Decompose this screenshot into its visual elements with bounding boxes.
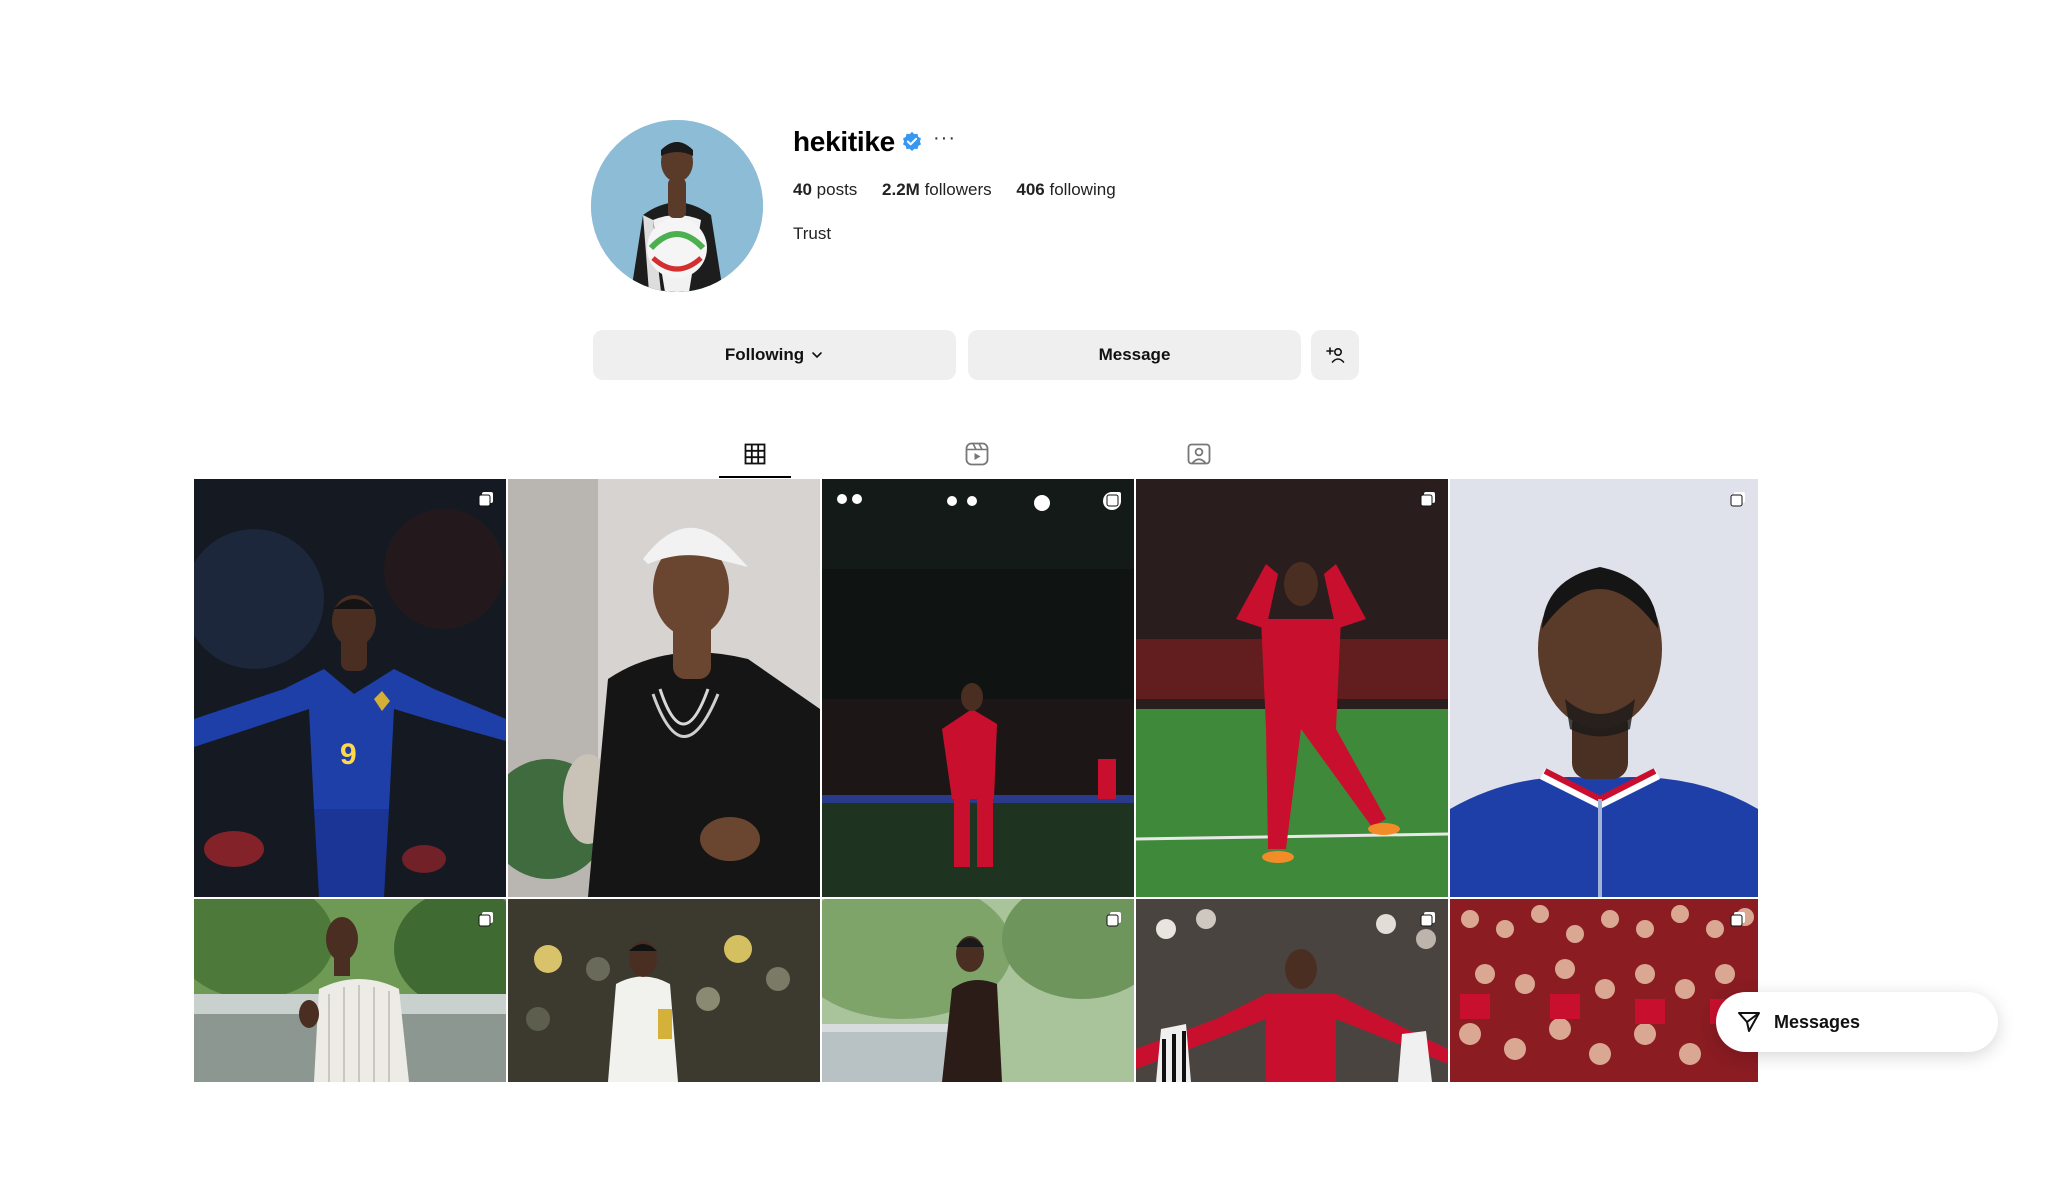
followers-label: followers	[924, 180, 992, 199]
post-tile[interactable]	[508, 479, 820, 897]
messages-button[interactable]: Messages	[1716, 992, 1998, 1052]
post-image	[1136, 899, 1448, 1082]
posts-count: 40	[793, 180, 812, 199]
multiple-photos-icon	[478, 912, 493, 927]
post-tile[interactable]	[822, 479, 1134, 897]
tab-posts[interactable]	[739, 438, 771, 470]
post-tile[interactable]	[822, 899, 1134, 1082]
verified-badge-icon	[903, 131, 921, 151]
message-button-label: Message	[1098, 345, 1171, 364]
post-image	[508, 899, 820, 1082]
post-image	[1450, 479, 1758, 897]
post-tile[interactable]	[1450, 899, 1758, 1082]
post-tile[interactable]: 9	[194, 479, 506, 897]
multiple-photos-icon	[1106, 492, 1121, 507]
multiple-photos-icon	[1420, 912, 1435, 927]
tab-reels[interactable]	[961, 438, 993, 470]
avatar-image	[591, 120, 763, 292]
post-tile[interactable]	[1450, 479, 1758, 897]
following-label: following	[1049, 180, 1116, 199]
post-tile[interactable]	[1136, 899, 1448, 1082]
profile-avatar[interactable]	[591, 120, 763, 292]
multiple-photos-icon	[1730, 912, 1745, 927]
following-count: 406	[1016, 180, 1045, 199]
post-image	[508, 479, 820, 897]
post-tile[interactable]	[194, 899, 506, 1082]
tagged-icon	[1187, 443, 1211, 465]
multiple-photos-icon	[1730, 492, 1745, 507]
multiple-photos-icon	[1420, 492, 1435, 507]
message-button[interactable]: Message	[968, 330, 1301, 380]
suggested-users-button[interactable]	[1311, 330, 1359, 380]
posts-label: posts	[816, 180, 858, 199]
profile-username: hekitike	[793, 126, 895, 157]
followers-stat[interactable]: 2.2M followers	[882, 180, 992, 199]
reels-icon	[965, 442, 989, 466]
chevron-down-icon	[812, 352, 822, 359]
send-icon	[1738, 1012, 1760, 1032]
post-tile[interactable]	[1136, 479, 1448, 897]
followers-count: 2.2M	[882, 180, 920, 199]
following-button-label: Following	[724, 345, 805, 364]
multiple-photos-icon	[1106, 912, 1121, 927]
multiple-photos-icon	[478, 492, 493, 507]
add-person-icon	[1326, 347, 1345, 363]
more-options-button[interactable]: ···	[933, 127, 956, 150]
grid-icon	[744, 443, 766, 465]
post-image	[194, 899, 506, 1082]
active-tab-indicator	[719, 476, 791, 478]
post-image	[1450, 899, 1758, 1082]
posts-grid: 9	[194, 479, 1758, 1082]
messages-label: Messages	[1774, 1011, 1861, 1032]
post-tile[interactable]	[508, 899, 820, 1082]
tab-tagged[interactable]	[1183, 438, 1215, 470]
post-image: 9	[194, 479, 506, 897]
svg-text:9: 9	[340, 738, 357, 771]
following-button[interactable]: Following	[593, 330, 956, 380]
profile-stats: 40 posts 2.2M followers 406 following	[793, 180, 1136, 200]
post-image	[1136, 479, 1448, 897]
following-stat[interactable]: 406 following	[1016, 180, 1115, 199]
post-image	[822, 899, 1134, 1082]
post-image	[822, 479, 1134, 897]
profile-bio: Trust	[793, 224, 832, 243]
posts-stat: 40 posts	[793, 180, 857, 199]
